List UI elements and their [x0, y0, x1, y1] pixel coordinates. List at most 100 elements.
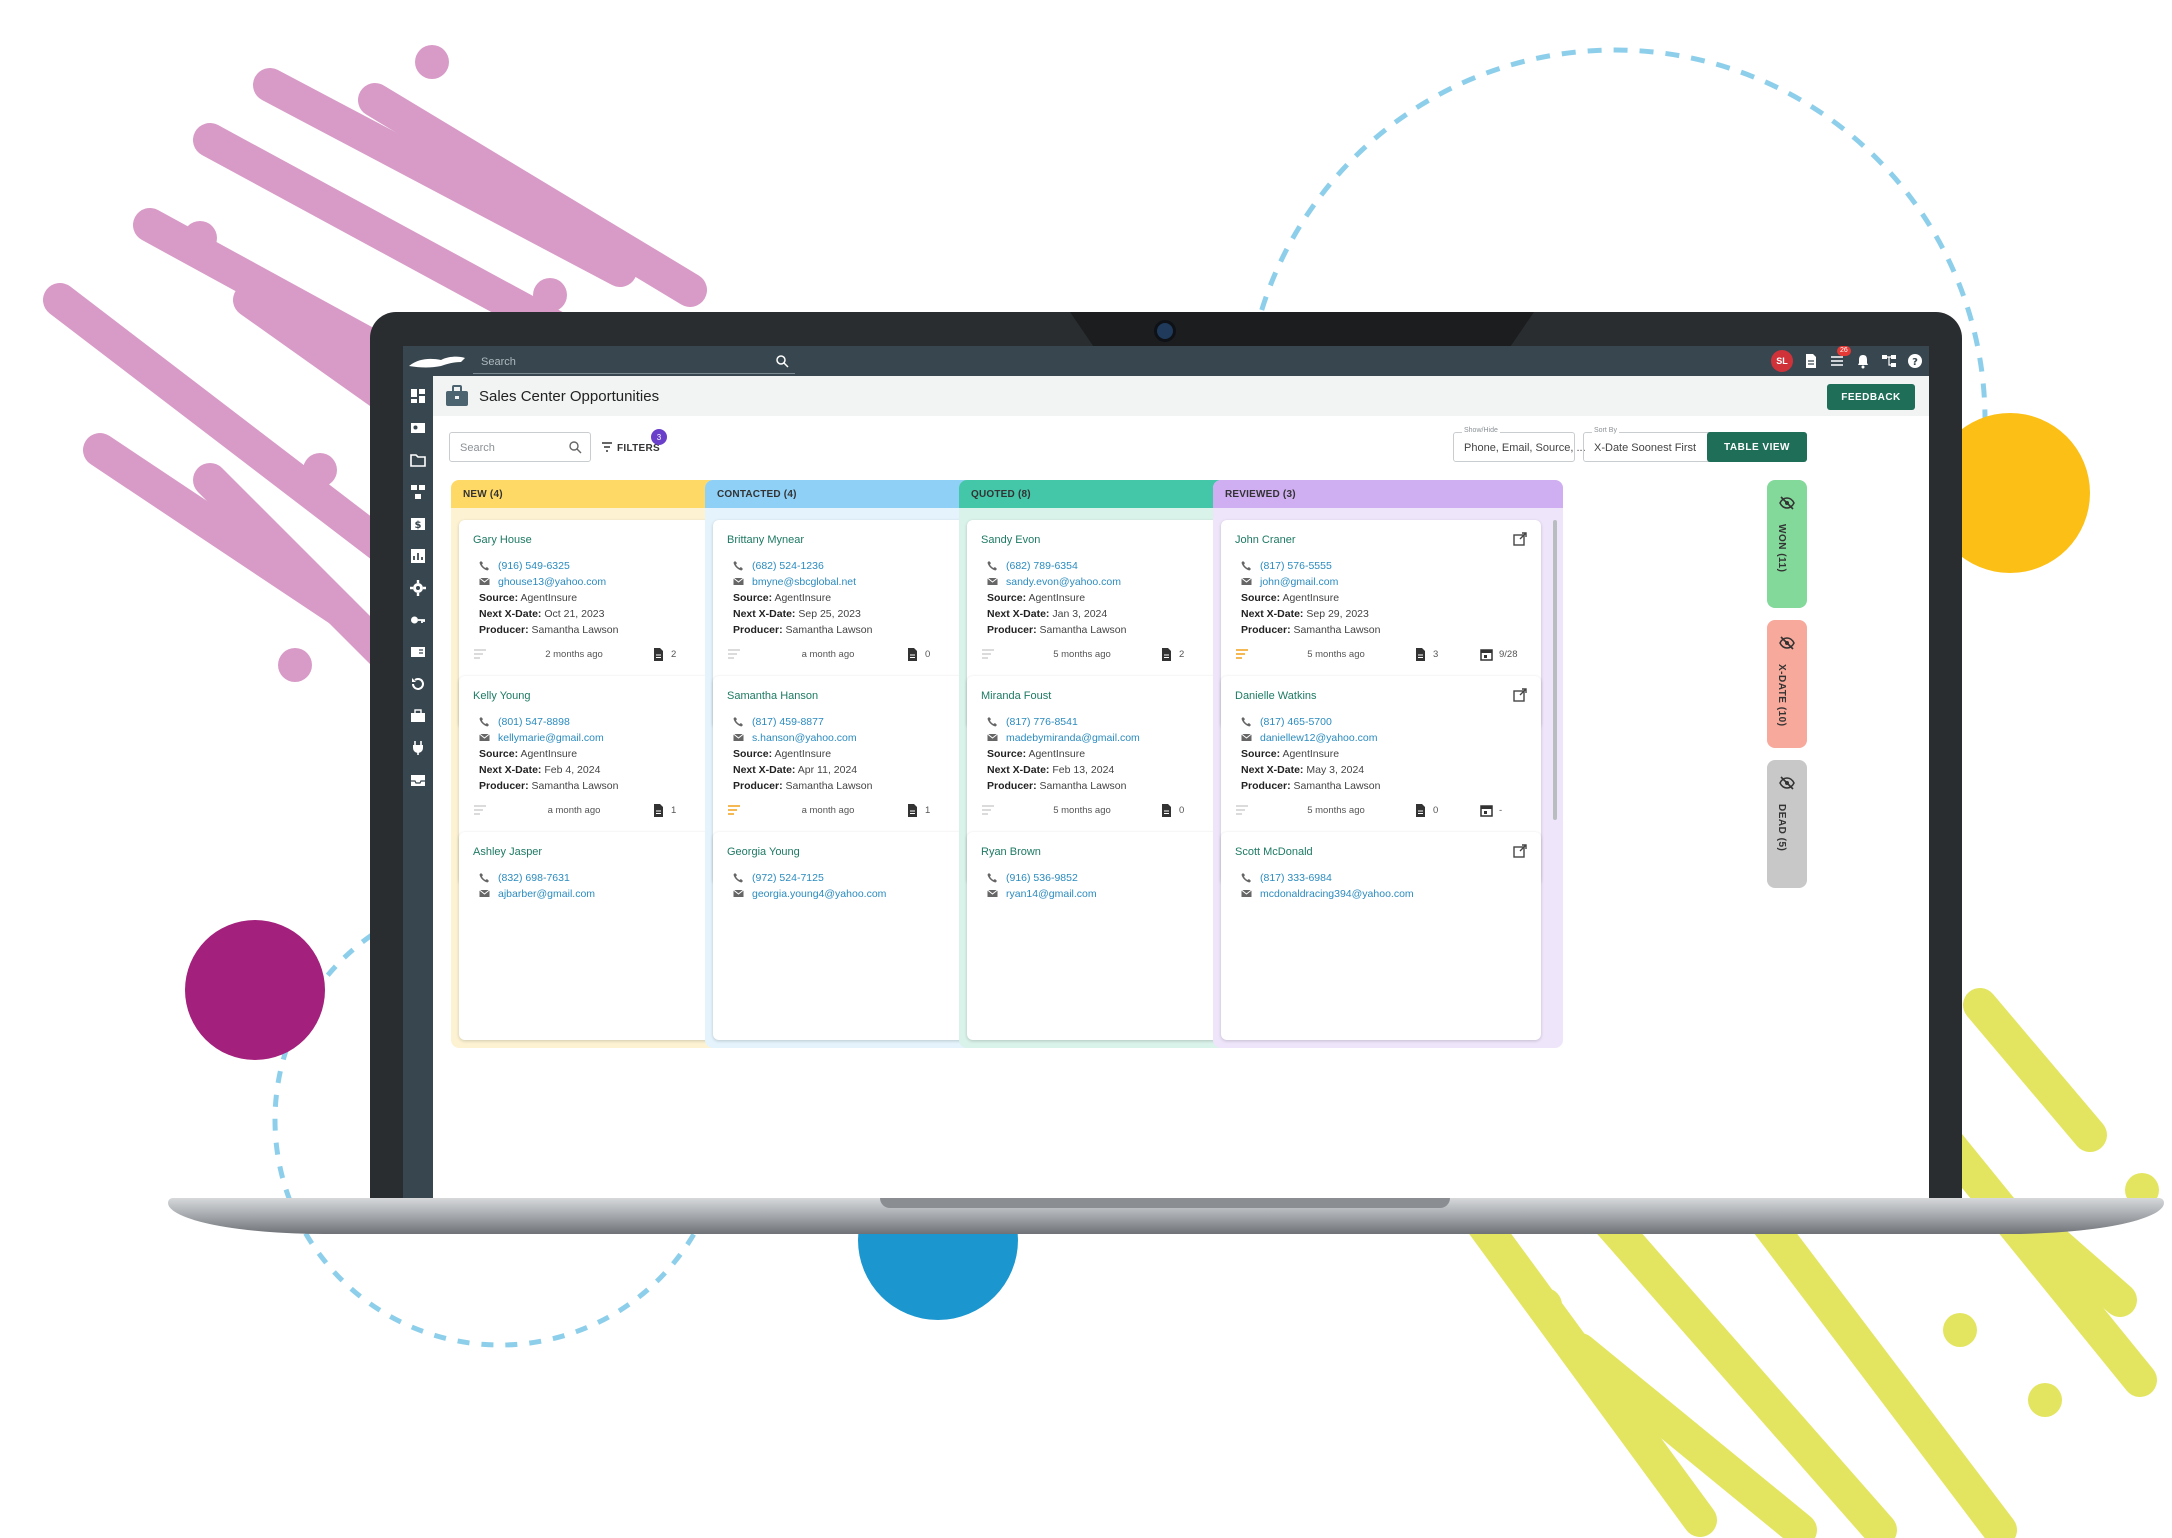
email-row[interactable]: john@gmail.com [1241, 576, 1338, 588]
notes-icon[interactable] [727, 648, 741, 660]
phone-number[interactable]: (817) 459-8877 [752, 716, 824, 728]
phone-row[interactable]: (817) 459-8877 [733, 716, 824, 728]
notes-icon[interactable] [981, 804, 995, 816]
dashboard-icon[interactable] [410, 388, 426, 404]
gear-icon[interactable] [410, 580, 426, 596]
calendar-icon[interactable] [1480, 804, 1493, 817]
email-address[interactable]: madebymiranda@gmail.com [1006, 732, 1140, 744]
phone-row[interactable]: (817) 333-6984 [1241, 872, 1332, 884]
contact-name[interactable]: Samantha Hanson [727, 690, 818, 702]
phone-row[interactable]: (817) 776-8541 [987, 716, 1078, 728]
email-row[interactable]: kellymarie@gmail.com [479, 732, 604, 744]
contact-name[interactable]: Ryan Brown [981, 846, 1041, 858]
contact-name[interactable]: Danielle Watkins [1235, 690, 1317, 702]
table-view-button[interactable]: TABLE VIEW [1707, 432, 1807, 462]
document-icon[interactable] [653, 804, 664, 817]
document-icon[interactable] [1161, 648, 1172, 661]
open-external-icon[interactable] [1513, 688, 1527, 702]
notes-icon[interactable] [1235, 648, 1249, 660]
contact-name[interactable]: Scott McDonald [1235, 846, 1313, 858]
contact-name[interactable]: Brittany Mynear [727, 534, 804, 546]
email-address[interactable]: s.hanson@yahoo.com [752, 732, 857, 744]
notes-icon[interactable] [981, 648, 995, 660]
flow-icon[interactable] [410, 484, 426, 500]
task-list-button[interactable]: 26 [1829, 346, 1851, 369]
email-row[interactable]: ryan14@gmail.com [987, 888, 1097, 900]
collapsed-column-dead[interactable]: DEAD (5) [1767, 760, 1807, 888]
phone-number[interactable]: (916) 536-9852 [1006, 872, 1078, 884]
inbox-icon[interactable] [410, 772, 426, 788]
document-icon[interactable] [907, 804, 918, 817]
email-row[interactable]: georgia.young4@yahoo.com [733, 888, 886, 900]
phone-row[interactable]: (801) 547-8898 [479, 716, 570, 728]
contact-name[interactable]: Kelly Young [473, 690, 531, 702]
key-icon[interactable] [410, 612, 426, 628]
email-address[interactable]: sandy.evon@yahoo.com [1006, 576, 1121, 588]
help-icon[interactable]: ? [1907, 353, 1923, 369]
contact-card-icon[interactable] [410, 420, 426, 436]
phone-row[interactable]: (682) 524-1236 [733, 560, 824, 572]
email-address[interactable]: john@gmail.com [1260, 576, 1338, 588]
phone-number[interactable]: (801) 547-8898 [498, 716, 570, 728]
plug-icon[interactable] [410, 740, 426, 756]
email-address[interactable]: ryan14@gmail.com [1006, 888, 1097, 900]
email-row[interactable]: sandy.evon@yahoo.com [987, 576, 1121, 588]
phone-number[interactable]: (832) 698-7631 [498, 872, 570, 884]
phone-number[interactable]: (817) 333-6984 [1260, 872, 1332, 884]
contact-name[interactable]: Miranda Foust [981, 690, 1051, 702]
scrollbar[interactable] [1553, 520, 1557, 820]
email-row[interactable]: mcdonaldracing394@yahoo.com [1241, 888, 1414, 900]
email-row[interactable]: bmyne@sbcglobal.net [733, 576, 856, 588]
show-hide-select[interactable]: Show/Hide Phone, Email, Source, ... [1453, 427, 1586, 462]
email-row[interactable]: ghouse13@yahoo.com [479, 576, 606, 588]
feedback-button[interactable]: FEEDBACK [1827, 384, 1915, 410]
avatar[interactable]: SL [1771, 350, 1793, 372]
top-search-input[interactable]: Search [473, 349, 795, 374]
dollar-icon[interactable]: $ [410, 516, 426, 532]
phone-row[interactable]: (832) 698-7631 [479, 872, 570, 884]
email-address[interactable]: kellymarie@gmail.com [498, 732, 604, 744]
phone-number[interactable]: (817) 576-5555 [1260, 560, 1332, 572]
contact-name[interactable]: John Craner [1235, 534, 1296, 546]
id-card-icon[interactable] [410, 644, 426, 660]
phone-row[interactable]: (817) 576-5555 [1241, 560, 1332, 572]
phone-row[interactable]: (916) 536-9852 [987, 872, 1078, 884]
phone-number[interactable]: (682) 789-6354 [1006, 560, 1078, 572]
phone-row[interactable]: (916) 549-6325 [479, 560, 570, 572]
notes-icon[interactable] [727, 804, 741, 816]
eye-off-icon[interactable] [1779, 496, 1795, 510]
phone-number[interactable]: (682) 524-1236 [752, 560, 824, 572]
document-icon[interactable] [1415, 804, 1426, 817]
notes-icon[interactable] [473, 648, 487, 660]
notes-icon[interactable] [473, 804, 487, 816]
eye-off-icon[interactable] [1779, 636, 1795, 650]
collapsed-column-won[interactable]: WON (11) [1767, 480, 1807, 608]
org-chart-icon[interactable] [1881, 353, 1897, 369]
email-address[interactable]: daniellew12@yahoo.com [1260, 732, 1377, 744]
email-row[interactable]: madebymiranda@gmail.com [987, 732, 1140, 744]
document-icon[interactable] [1803, 353, 1819, 369]
contact-name[interactable]: Gary House [473, 534, 532, 546]
email-row[interactable]: daniellew12@yahoo.com [1241, 732, 1377, 744]
calendar-icon[interactable] [1480, 648, 1493, 661]
opportunity-card[interactable]: Scott McDonald (817) 333-6984 mcdonaldraci… [1221, 832, 1541, 1040]
search-icon[interactable] [775, 354, 789, 368]
filters-button[interactable]: FILTERS [601, 442, 660, 454]
phone-number[interactable]: (916) 549-6325 [498, 560, 570, 572]
email-row[interactable]: ajbarber@gmail.com [479, 888, 595, 900]
search-input[interactable]: Search [449, 432, 591, 462]
document-icon[interactable] [907, 648, 918, 661]
phone-number[interactable]: (972) 524-7125 [752, 872, 824, 884]
phone-row[interactable]: (817) 465-5700 [1241, 716, 1332, 728]
email-address[interactable]: ghouse13@yahoo.com [498, 576, 606, 588]
phone-row[interactable]: (972) 524-7125 [733, 872, 824, 884]
email-address[interactable]: bmyne@sbcglobal.net [752, 576, 856, 588]
email-row[interactable]: s.hanson@yahoo.com [733, 732, 857, 744]
open-external-icon[interactable] [1513, 844, 1527, 858]
collapsed-column-xdate[interactable]: X-DATE (10) [1767, 620, 1807, 748]
contact-name[interactable]: Georgia Young [727, 846, 800, 858]
document-icon[interactable] [1415, 648, 1426, 661]
notes-icon[interactable] [1235, 804, 1249, 816]
email-address[interactable]: georgia.young4@yahoo.com [752, 888, 886, 900]
briefcase-icon[interactable] [410, 708, 426, 724]
